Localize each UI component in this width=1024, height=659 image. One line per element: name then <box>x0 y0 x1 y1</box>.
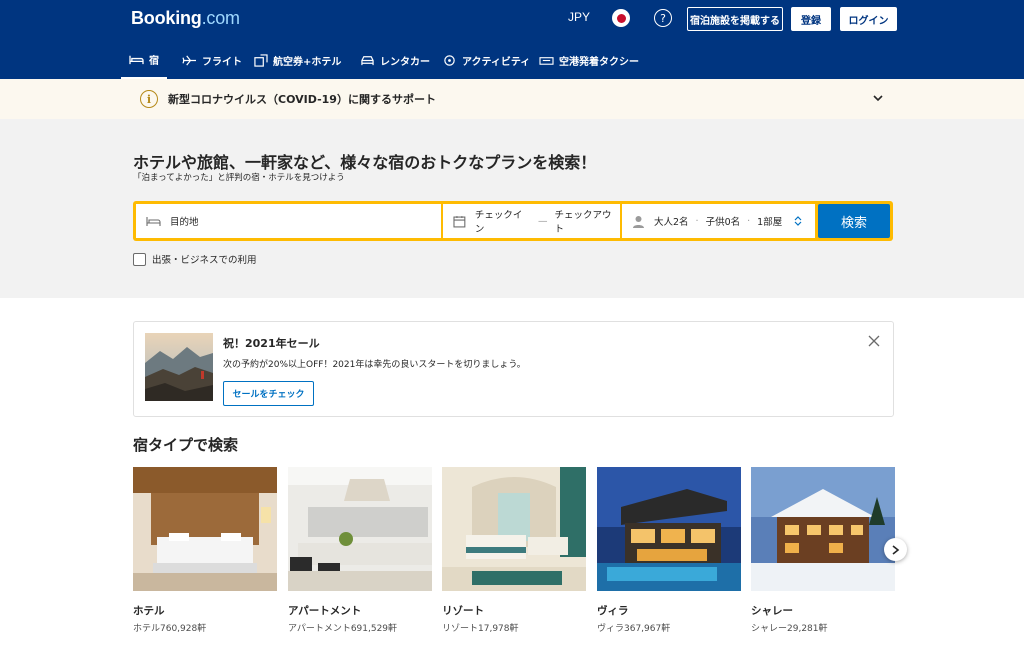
chevron-right-icon <box>892 544 900 555</box>
nav-label: 宿 <box>149 56 159 67</box>
nav-label: アクティビティ <box>462 57 531 68</box>
adults-count: 大人2名 <box>654 217 689 228</box>
property-type-name: アパートメント <box>288 605 362 617</box>
hero-subtitle: 「泊まってよかった」と評判の宿・ホテルを見つけよう <box>133 173 345 183</box>
guests-field[interactable]: 大人2名 · 子供0名 · 1部屋 <box>622 204 815 238</box>
property-types-title: 宿タイプで検索 <box>133 436 239 454</box>
nav-item-stays[interactable]: 宿 <box>121 42 167 79</box>
property-type-image <box>442 467 586 591</box>
close-icon[interactable] <box>868 335 880 347</box>
property-type-name: シャレー <box>751 605 793 617</box>
checkout-label: チェックアウト <box>554 210 612 235</box>
property-type-card[interactable]: シャレー シャレー29,281軒 <box>751 467 895 634</box>
property-type-name: ホテル <box>133 605 165 617</box>
date-separator: — <box>537 215 548 227</box>
rooms-count: 1部屋 <box>757 217 783 228</box>
search-bar: 目的地 チェックイン — チェックアウト 大人2名 · 子供0名 · 1部屋 検… <box>133 201 893 241</box>
search-button[interactable]: 検索 <box>818 204 890 238</box>
taxi-icon <box>539 57 554 65</box>
nav-item-flight-hotel[interactable]: 航空券+ホテル <box>253 42 341 79</box>
property-type-image <box>288 467 432 591</box>
business-travel-label: 出張・ビジネスでの利用 <box>152 255 257 266</box>
nav-item-flights[interactable]: フライト <box>182 42 242 79</box>
property-type-name: ヴィラ <box>597 605 629 617</box>
chevron-down-icon[interactable] <box>872 92 884 104</box>
logo-suffix: .com <box>201 8 240 28</box>
destination-field[interactable]: 目的地 <box>136 204 441 238</box>
children-count: 子供0名 <box>705 217 741 228</box>
nav-item-attractions[interactable]: アクティビティ <box>442 42 530 79</box>
updown-chevron-icon <box>794 216 802 226</box>
guest-dot: · <box>695 215 699 227</box>
business-travel-checkbox[interactable]: 出張・ビジネスでの利用 <box>133 252 257 266</box>
property-type-card[interactable]: アパートメント アパートメント691,529軒 <box>288 467 432 634</box>
header: Booking.com JPY ? 宿泊施設を掲載する 登録 ログイン 宿 フラ… <box>0 0 1024 79</box>
covid-notice-text: 新型コロナウイルス（COVID-19）に関するサポート <box>168 93 436 106</box>
language-flag-icon[interactable] <box>612 9 630 27</box>
list-property-button[interactable]: 宿泊施設を掲載する <box>687 7 783 31</box>
flag-circle <box>616 13 626 23</box>
date-range-field[interactable]: チェックイン — チェックアウト <box>443 204 620 238</box>
property-type-card[interactable]: ホテル ホテル760,928軒 <box>133 467 277 634</box>
currency-selector[interactable]: JPY <box>568 10 590 24</box>
login-button[interactable]: ログイン <box>840 7 897 31</box>
plane-icon <box>182 55 196 66</box>
promo-description: 次の予約が20%以上OFF！2021年は幸先の良いスタートを切りましょう。 <box>223 360 526 370</box>
carousel-next-button[interactable] <box>884 538 907 561</box>
logo-main: Booking <box>131 8 202 28</box>
guest-dot: · <box>747 215 751 227</box>
search-hero: ホテルや旅館、一軒家など、様々な宿のおトクなプランを検索！ 「泊まってよかった」… <box>0 119 1024 298</box>
nav-item-car-rental[interactable]: レンタカー <box>360 42 430 79</box>
flight-hotel-icon <box>254 54 268 67</box>
property-type-name: リゾート <box>442 605 484 617</box>
destination-placeholder: 目的地 <box>170 217 199 228</box>
nav-label: フライト <box>202 57 242 68</box>
covid-notice[interactable]: i 新型コロナウイルス（COVID-19）に関するサポート <box>0 79 1024 119</box>
property-type-count: リゾート17,978軒 <box>442 624 519 634</box>
attractions-icon <box>444 55 455 66</box>
help-icon[interactable]: ? <box>654 9 672 27</box>
promo-title: 祝！2021年セール <box>223 337 320 350</box>
promo-image <box>145 333 213 401</box>
nav-label: 空港発着タクシー <box>559 57 639 68</box>
hero-title: ホテルや旅館、一軒家など、様々な宿のおトクなプランを検索！ <box>133 153 597 172</box>
main-nav: 宿 フライト 航空券+ホテル レンタカー アクティビティ 空港発着タクシー <box>0 42 1024 79</box>
property-type-image <box>751 467 895 591</box>
property-type-card[interactable]: ヴィラ ヴィラ367,967軒 <box>597 467 741 634</box>
property-type-card[interactable]: リゾート リゾート17,978軒 <box>442 467 586 634</box>
property-type-count: ヴィラ367,967軒 <box>597 624 671 634</box>
promo-card: 祝！2021年セール 次の予約が20%以上OFF！2021年は幸先の良いスタート… <box>133 321 894 417</box>
nav-item-airport-taxi[interactable]: 空港発着タクシー <box>539 42 639 79</box>
checkbox[interactable] <box>133 252 146 266</box>
bed-icon <box>146 217 161 226</box>
car-icon <box>361 56 374 66</box>
register-button[interactable]: 登録 <box>791 7 831 31</box>
calendar-icon <box>453 215 466 227</box>
property-type-count: アパートメント691,529軒 <box>288 624 398 634</box>
nav-label: レンタカー <box>380 57 430 68</box>
property-type-image <box>133 467 277 591</box>
person-icon <box>633 215 644 228</box>
bed-icon <box>129 55 144 65</box>
nav-label: 航空券+ホテル <box>273 57 342 68</box>
check-sale-button[interactable]: セールをチェック <box>223 381 314 406</box>
info-icon: i <box>140 90 158 108</box>
checkin-label: チェックイン <box>474 210 523 235</box>
property-type-image <box>597 467 741 591</box>
property-type-count: シャレー29,281軒 <box>751 624 828 634</box>
booking-logo[interactable]: Booking.com <box>131 8 240 29</box>
property-type-count: ホテル760,928軒 <box>133 624 207 634</box>
